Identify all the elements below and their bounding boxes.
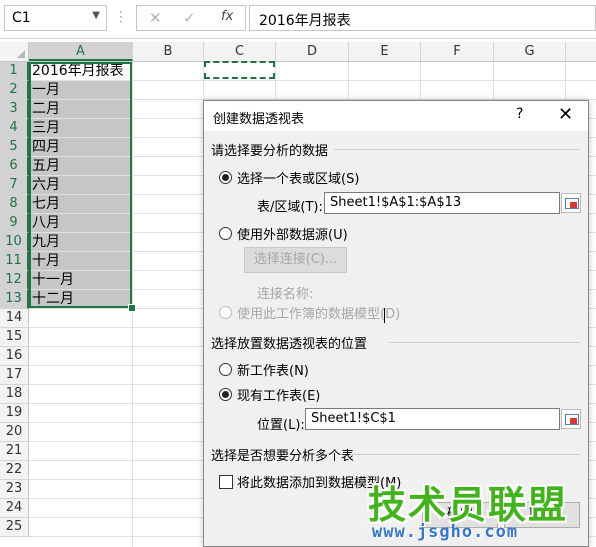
row-header[interactable]: 25 xyxy=(0,518,29,537)
radio-new-worksheet[interactable] xyxy=(219,363,232,376)
location-label: 位置(L): xyxy=(257,418,305,433)
section-choose-data: 请选择要分析的数据 xyxy=(211,144,329,159)
radio-external-source-label[interactable]: 使用外部数据源(U) xyxy=(237,224,348,243)
fill-handle[interactable] xyxy=(128,304,136,312)
section-placement: 选择放置数据透视表的位置 xyxy=(211,337,368,352)
row-header[interactable]: 23 xyxy=(0,480,29,499)
row-header[interactable]: 18 xyxy=(0,385,29,404)
radio-table-range-label[interactable]: 选择一个表或区域(S) xyxy=(237,168,359,187)
row-header[interactable]: 10 xyxy=(0,233,29,252)
formula-value: 2016年月报表 xyxy=(259,13,351,29)
column-headers: A B C D E F G xyxy=(0,42,596,62)
row-header[interactable]: 7 xyxy=(0,176,29,195)
row-header[interactable]: 15 xyxy=(0,328,29,347)
text-cursor xyxy=(384,308,385,323)
add-to-data-model-checkbox[interactable] xyxy=(219,475,233,489)
location-value: Sheet1!$C$1 xyxy=(311,411,396,426)
radio-external-source[interactable] xyxy=(219,227,232,240)
radio-existing-worksheet-label[interactable]: 现有工作表(E) xyxy=(237,385,320,404)
choose-connection-button[interactable]: 选择连接(C)... xyxy=(244,247,347,273)
select-all-button[interactable] xyxy=(0,42,29,61)
row-header[interactable]: 5 xyxy=(0,138,29,157)
formula-bar: C1 ▼ · · · ✕ ✓ fx 2016年月报表 xyxy=(0,0,596,39)
row-header[interactable]: 24 xyxy=(0,499,29,518)
radio-data-model[interactable] xyxy=(219,306,232,319)
row-header[interactable]: 14 xyxy=(0,309,29,328)
watermark-brand: 技术员联盟 xyxy=(368,483,569,527)
collapse-dialog-icon[interactable] xyxy=(561,409,581,429)
cell-a5[interactable]: 四月 xyxy=(29,138,132,156)
row-header[interactable]: 13 xyxy=(0,290,29,309)
cell-a1[interactable]: 2016年月报表 xyxy=(29,62,132,80)
dialog-title-bar: 创建数据透视表 ? ✕ xyxy=(204,101,588,131)
dialog-title: 创建数据透视表 xyxy=(213,112,305,127)
row-header[interactable]: 19 xyxy=(0,404,29,423)
column-header-d[interactable]: D xyxy=(276,42,349,61)
row-header[interactable]: 1 xyxy=(0,62,29,81)
formula-input[interactable]: 2016年月报表 xyxy=(249,5,596,31)
row-header[interactable]: 21 xyxy=(0,442,29,461)
table-range-label: 表/区域(T): xyxy=(257,200,323,215)
cell-a13[interactable]: 十二月 xyxy=(29,290,132,308)
table-range-value: Sheet1!$A$1:$A$13 xyxy=(330,195,462,210)
radio-new-worksheet-label[interactable]: 新工作表(N) xyxy=(237,360,309,379)
divider xyxy=(350,454,580,455)
row-header[interactable]: 9 xyxy=(0,214,29,233)
section-multiple-tables: 选择是否想要分析多个表 xyxy=(211,449,355,464)
location-input[interactable]: Sheet1!$C$1 xyxy=(305,408,560,430)
name-box-value: C1 xyxy=(12,10,31,26)
row-header[interactable]: 4 xyxy=(0,119,29,138)
row-header[interactable]: 3 xyxy=(0,100,29,119)
drag-handle-icon[interactable]: · · · xyxy=(119,6,123,28)
collapse-dialog-icon[interactable] xyxy=(561,193,581,213)
column-header-c[interactable]: C xyxy=(204,42,276,61)
insert-function-icon[interactable]: fx xyxy=(221,9,233,24)
row-header[interactable]: 22 xyxy=(0,461,29,480)
column-header-f[interactable]: F xyxy=(421,42,494,61)
column-header-e[interactable]: E xyxy=(349,42,421,61)
row-header[interactable]: 16 xyxy=(0,347,29,366)
row-header[interactable]: 11 xyxy=(0,252,29,271)
radio-existing-worksheet[interactable] xyxy=(219,388,232,401)
cell-a6[interactable]: 五月 xyxy=(29,157,132,175)
divider xyxy=(334,149,580,150)
name-box[interactable]: C1 ▼ xyxy=(4,5,107,31)
chevron-down-icon[interactable]: ▼ xyxy=(92,10,100,21)
row-header[interactable]: 8 xyxy=(0,195,29,214)
cell-a9[interactable]: 八月 xyxy=(29,214,132,232)
row-header[interactable]: 6 xyxy=(0,157,29,176)
watermark: 技术员联盟 www.jsgho.com xyxy=(360,472,596,547)
column-header-g[interactable]: G xyxy=(494,42,566,61)
connection-name-label: 连接名称: xyxy=(257,287,314,302)
radio-data-model-label[interactable]: 使用此工作簿的数据模型(D) xyxy=(237,303,400,322)
help-button[interactable]: ? xyxy=(516,106,523,122)
row-header[interactable]: 12 xyxy=(0,271,29,290)
cell-a8[interactable]: 七月 xyxy=(29,195,132,213)
enter-icon[interactable]: ✓ xyxy=(183,9,196,27)
copy-marquee-c1[interactable] xyxy=(204,61,275,79)
formula-buttons: ✕ ✓ fx xyxy=(136,5,246,31)
close-button[interactable]: ✕ xyxy=(558,104,573,125)
cell-a11[interactable]: 十月 xyxy=(29,252,132,270)
column-header-a[interactable]: A xyxy=(29,42,133,61)
cell-a3[interactable]: 二月 xyxy=(29,100,132,118)
cell-a4[interactable]: 三月 xyxy=(29,119,132,137)
radio-table-range[interactable] xyxy=(219,171,232,184)
cancel-icon[interactable]: ✕ xyxy=(149,9,162,27)
cell-a7[interactable]: 六月 xyxy=(29,176,132,194)
watermark-url: www.jsgho.com xyxy=(372,522,519,542)
cell-a10[interactable]: 九月 xyxy=(29,233,132,251)
row-header[interactable]: 17 xyxy=(0,366,29,385)
cell-a2[interactable]: 一月 xyxy=(29,81,132,99)
table-range-input[interactable]: Sheet1!$A$1:$A$13 xyxy=(324,192,560,214)
row-header[interactable]: 2 xyxy=(0,81,29,100)
row-header[interactable]: 20 xyxy=(0,423,29,442)
column-header-b[interactable]: B xyxy=(133,42,204,61)
cell-a12[interactable]: 十一月 xyxy=(29,271,132,289)
divider xyxy=(389,342,580,343)
